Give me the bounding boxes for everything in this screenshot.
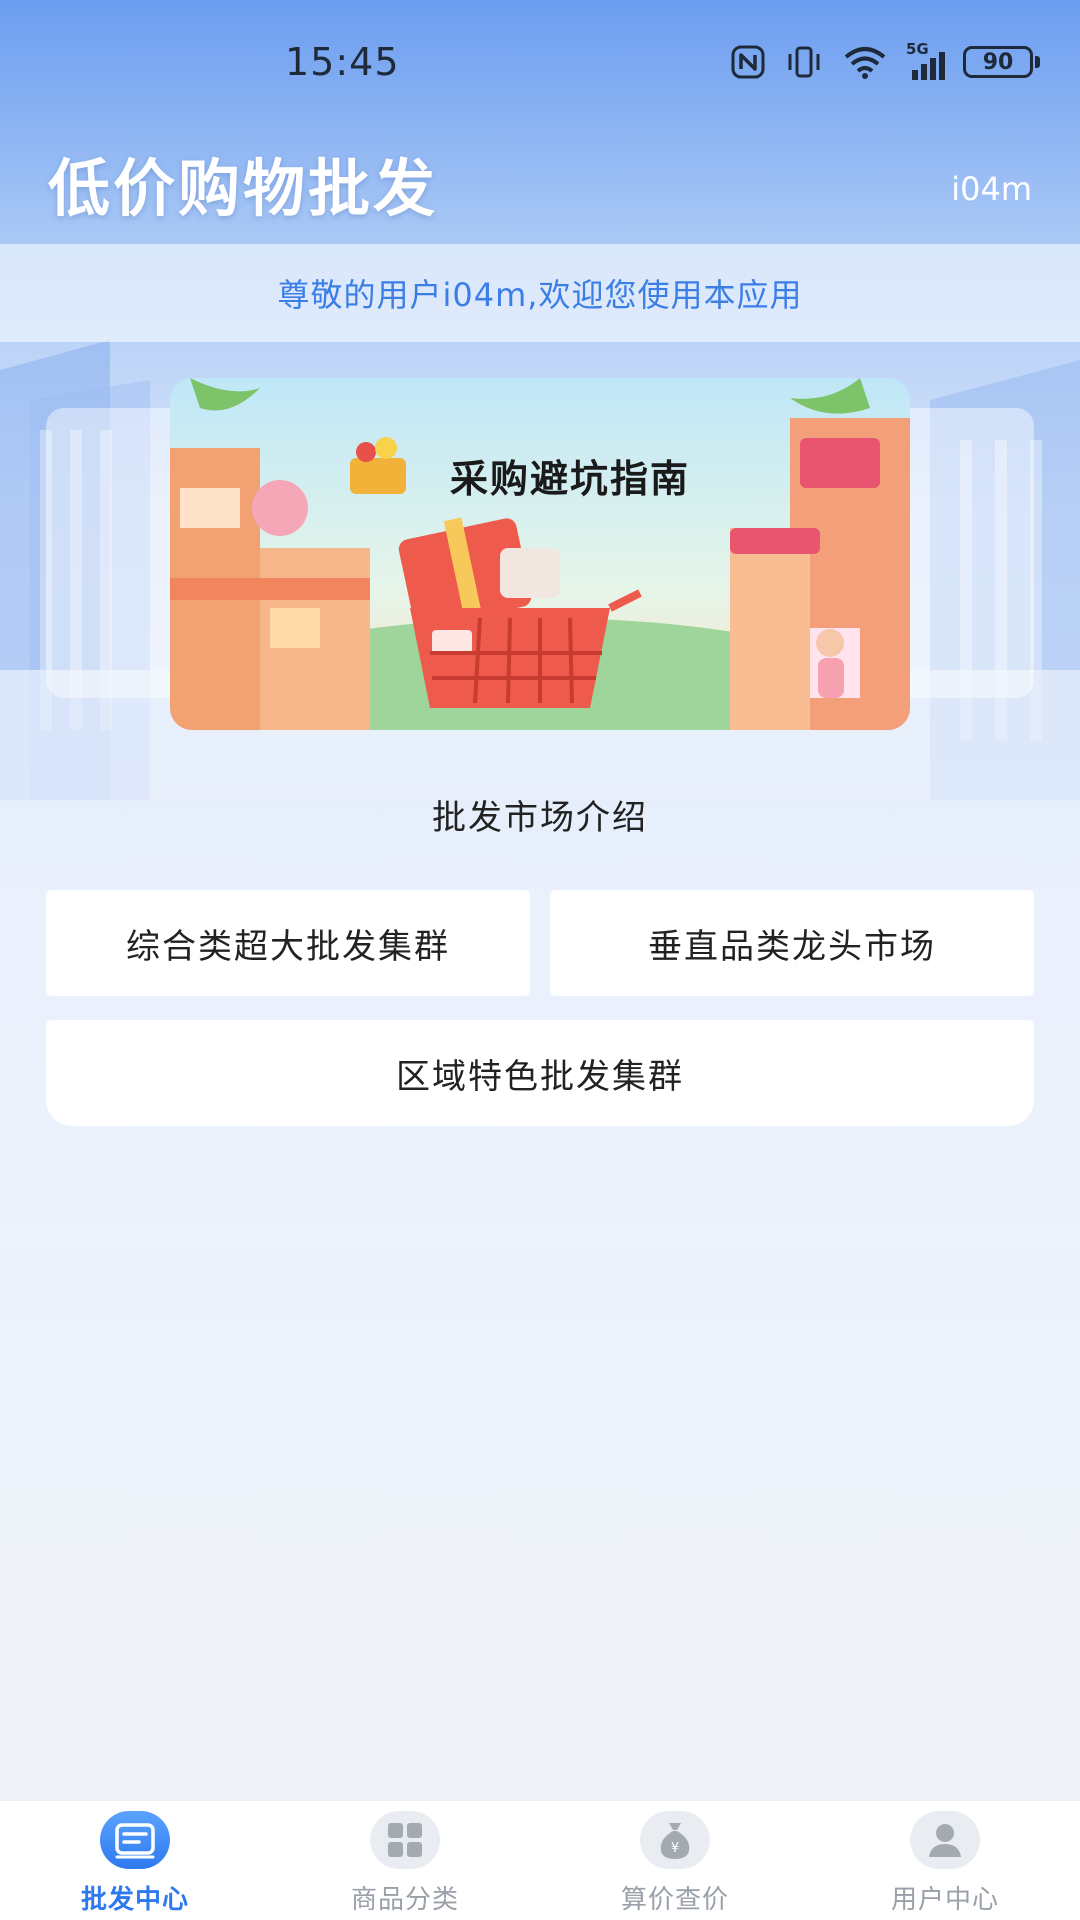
market-button-comprehensive[interactable]: 综合类超大批发集群 bbox=[46, 890, 530, 996]
banner-title: 采购避坑指南 bbox=[450, 457, 691, 501]
nav-item-product-category[interactable]: 商品分类 bbox=[270, 1801, 540, 1920]
battery-level: 90 bbox=[963, 46, 1033, 78]
nav-label: 商品分类 bbox=[350, 1885, 459, 1915]
promo-banner[interactable]: 采购避坑指南 bbox=[170, 378, 910, 730]
section-title: 批发市场介绍 bbox=[432, 798, 648, 838]
nav-item-wholesale-center[interactable]: 批发中心 bbox=[0, 1801, 270, 1920]
market-button-regional[interactable]: 区域特色批发集群 bbox=[46, 1020, 1034, 1126]
app-title: 低价购物批发 bbox=[48, 152, 439, 225]
header-username[interactable]: i04m bbox=[951, 170, 1032, 208]
welcome-text: 尊敬的用户i04m,欢迎您使用本应用 bbox=[277, 276, 803, 314]
market-button-vertical-category[interactable]: 垂直品类龙头市场 bbox=[550, 890, 1034, 996]
wholesale-icon bbox=[100, 1811, 170, 1869]
network-type: 5G bbox=[906, 40, 929, 58]
vibrate-icon bbox=[788, 46, 820, 78]
status-bar: 15:45 5G 90 bbox=[0, 0, 1080, 120]
welcome-banner: 尊敬的用户i04m,欢迎您使用本应用 bbox=[0, 244, 1080, 342]
status-icons: 5G 90 bbox=[730, 40, 1040, 80]
svg-text:¥: ¥ bbox=[671, 1841, 679, 1856]
user-icon bbox=[910, 1811, 980, 1869]
battery-icon: 90 bbox=[963, 46, 1040, 78]
nav-label: 批发中心 bbox=[80, 1885, 189, 1915]
shopping-cart-market-illustration bbox=[170, 378, 910, 730]
nav-item-user-center[interactable]: 用户中心 bbox=[810, 1801, 1080, 1920]
nav-item-price-check[interactable]: ¥ 算价查价 bbox=[540, 1801, 810, 1920]
bottom-nav: 批发中心 商品分类 ¥ 算价查价 用户中心 bbox=[0, 1800, 1080, 1920]
nfc-icon bbox=[731, 45, 765, 79]
nav-label: 算价查价 bbox=[620, 1885, 729, 1915]
money-bag-icon: ¥ bbox=[640, 1811, 710, 1869]
status-time: 15:45 bbox=[285, 40, 400, 84]
signal-5g-icon: 5G bbox=[906, 40, 945, 80]
grid-icon bbox=[370, 1811, 440, 1869]
wifi-icon bbox=[844, 47, 886, 79]
nav-label: 用户中心 bbox=[890, 1885, 999, 1915]
